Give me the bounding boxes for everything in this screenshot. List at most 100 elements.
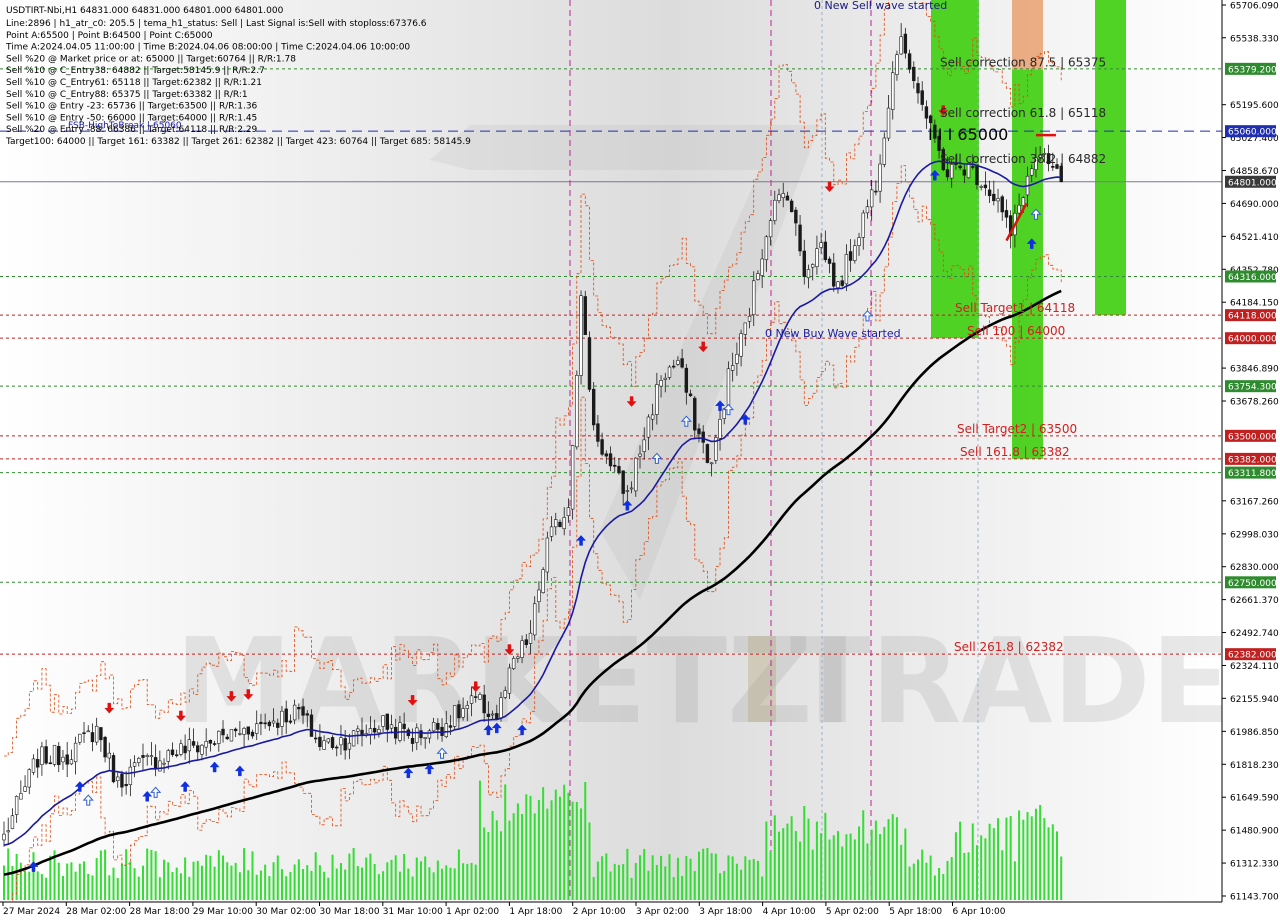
volume-bar (912, 863, 915, 900)
time-tick-label: 1 Apr 18:00 (509, 907, 562, 917)
volume-bar (116, 877, 119, 900)
time-axis: 27 Mar 2024 28 Mar 02:00 28 Mar 18:00 29 Ma… (0, 901, 1280, 920)
volume-bar (255, 874, 258, 900)
candle-body (697, 428, 701, 435)
candle-body (309, 714, 314, 737)
volume-bar (382, 871, 385, 900)
volume-bar (276, 855, 279, 900)
candle-body (145, 755, 149, 757)
candle-body (69, 759, 74, 765)
candle-body (613, 464, 617, 467)
candle-body (14, 796, 19, 815)
volume-bar (419, 861, 422, 900)
volume-bar (150, 849, 153, 900)
candle-body (777, 194, 781, 201)
candle-body (520, 640, 524, 658)
volume-bar (466, 863, 469, 900)
volume-bar (19, 862, 22, 900)
time-tick-label: 2 Apr 10:00 (573, 907, 626, 917)
candle-body (415, 727, 419, 743)
candle-body (356, 728, 360, 732)
volume-bar (601, 856, 604, 900)
volume-bar (1056, 831, 1058, 900)
volume-bar (904, 828, 907, 900)
candle-body (878, 163, 882, 192)
candle-body (920, 90, 924, 105)
candle-body (604, 453, 609, 457)
volume-bar (1013, 861, 1016, 900)
price-tick-label: 65538.330 (1230, 34, 1279, 44)
volume-bar (841, 846, 844, 900)
volume-bar (765, 821, 768, 900)
candle-body (975, 164, 979, 185)
volume-bar (630, 877, 633, 900)
candle-body (558, 521, 562, 527)
volume-bar (386, 862, 389, 900)
price-tick-label: 63167.260 (1230, 497, 1279, 507)
candle-body (57, 746, 61, 766)
candle-body (676, 360, 680, 365)
volume-bar (693, 871, 696, 900)
volume-bar (377, 874, 380, 900)
time-tick-label: 3 Apr 02:00 (636, 907, 689, 917)
candle-body (798, 224, 802, 252)
candle-body (895, 54, 899, 75)
volume-bar (874, 820, 877, 900)
price-tick-label: 62155.940 (1230, 695, 1279, 705)
candle-body (271, 720, 276, 724)
volume-bar (120, 863, 123, 900)
volume-bar (761, 876, 764, 900)
price-box-label: 63311.800 (1228, 469, 1277, 479)
candle-body (823, 241, 828, 261)
candle-body (461, 708, 465, 718)
volume-bar (1060, 856, 1063, 900)
candle-body (419, 730, 423, 739)
volume-bar (706, 848, 709, 900)
candle-body (132, 762, 137, 767)
candle-body (486, 713, 491, 717)
candle-body (94, 725, 99, 743)
candle-body (255, 723, 259, 734)
volume-bar (449, 867, 452, 900)
level-annotation: Sell 100 | 64000 (967, 324, 1065, 338)
volume-bar (862, 810, 865, 900)
candle-body (217, 730, 221, 744)
volume-bar (971, 823, 974, 900)
volume-bar (196, 860, 199, 900)
volume-bar (407, 868, 410, 900)
candle-body (99, 727, 103, 741)
volume-bar (786, 823, 789, 900)
volume-bar (36, 871, 39, 900)
candle-body (1004, 210, 1009, 218)
candle-body (891, 72, 895, 110)
volume-bar (289, 871, 292, 900)
candle-body (537, 589, 541, 602)
candle-body (436, 722, 440, 730)
volume-bar (723, 870, 726, 900)
candle-body (659, 380, 663, 387)
watermark-trade: TRADE (790, 612, 1231, 750)
candle-body (983, 184, 988, 189)
volume-bar (900, 844, 903, 900)
price-axis: 65706.09065538.33065195.60065027.4006485… (1221, 0, 1280, 920)
volume-bar (146, 848, 149, 900)
volume-bar (108, 875, 111, 900)
volume-bar (799, 841, 802, 900)
volume-bar (457, 849, 460, 900)
candle-body (137, 757, 141, 763)
volume-bar (352, 848, 355, 900)
price-tick-label: 61818.230 (1230, 761, 1279, 771)
candle-body (747, 315, 752, 322)
volume-bar (988, 823, 991, 900)
price-tick-label: 63678.260 (1230, 398, 1279, 408)
volume-bar (744, 856, 747, 900)
volume-bar (293, 864, 296, 900)
volume-bar (487, 831, 490, 900)
candle-body (78, 733, 82, 743)
candle-body (116, 776, 120, 782)
volume-bar (327, 877, 330, 900)
price-tick-label: 64184.150 (1230, 299, 1279, 309)
candle-body (545, 537, 550, 573)
volume-bar (504, 784, 507, 900)
candle-body (40, 746, 44, 766)
